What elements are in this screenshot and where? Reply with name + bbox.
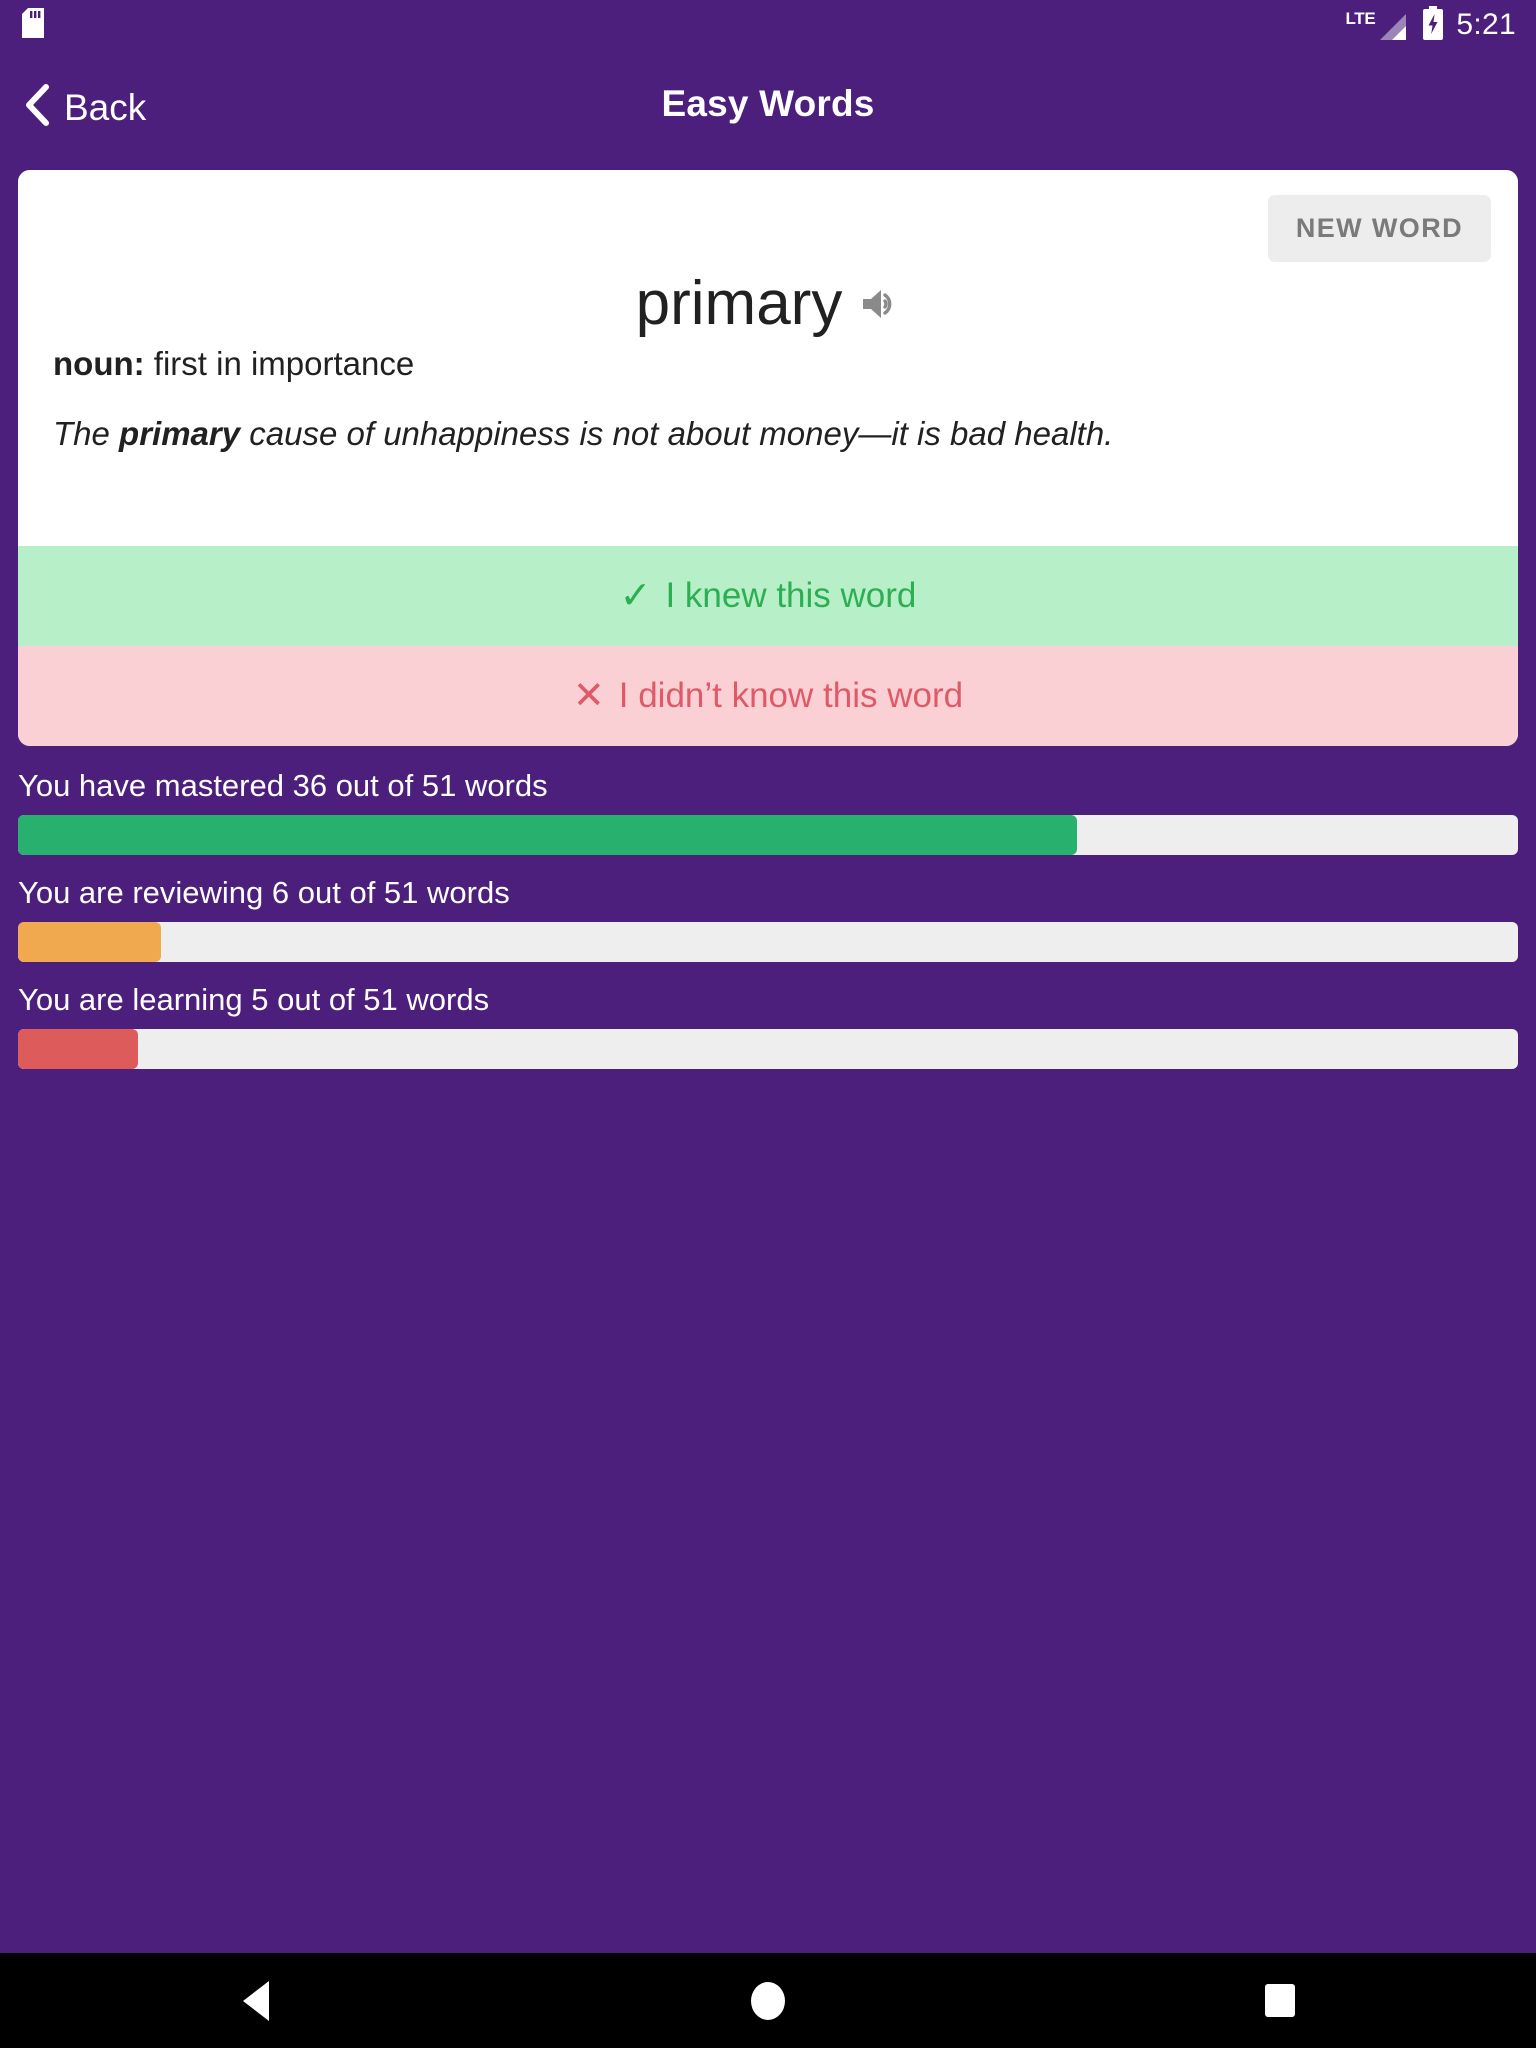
speaker-volume-icon[interactable] (860, 286, 900, 322)
status-bar-indicators: LTE 5:21 (1345, 5, 1516, 45)
android-navigation-bar (0, 1953, 1536, 2048)
example-highlight: primary (119, 415, 241, 452)
word-definition: noun: first in importance (53, 342, 414, 387)
definition-text: first in importance (144, 345, 415, 382)
didnt-know-word-button[interactable]: ✕ I didn’t know this word (18, 646, 1518, 746)
reviewing-label: You are reviewing 6 out of 51 words (18, 875, 510, 910)
progress-section: You have mastered 36 out of 51 words You… (18, 770, 1518, 1091)
mastered-label: You have mastered 36 out of 51 words (18, 768, 548, 803)
status-bar-clock: 5:21 (1456, 8, 1516, 41)
cross-icon: ✕ (572, 675, 605, 717)
reviewing-progress-track (18, 922, 1518, 962)
status-bar: LTE 5:21 (0, 0, 1536, 50)
triangle-back-icon (243, 1980, 269, 2021)
word-row: primary (18, 273, 1518, 335)
flashcard-content: NEW WORD primary noun: first in importan… (18, 170, 1518, 546)
page-title: Easy Words (661, 83, 875, 124)
nav-recents-button[interactable] (1190, 1953, 1370, 2048)
mastered-progress-fill (18, 815, 1077, 855)
knew-word-label: I knew this word (665, 576, 917, 615)
example-after: cause of unhappiness is not about money—… (240, 415, 1114, 452)
sd-card-icon (22, 7, 44, 43)
part-of-speech: noun: (53, 345, 145, 382)
check-icon: ✓ (619, 575, 652, 617)
square-recents-icon (1265, 1984, 1295, 2017)
knew-word-button[interactable]: ✓ I knew this word (18, 546, 1518, 646)
status-bar-notifications (22, 7, 44, 43)
learning-progress-fill (18, 1029, 138, 1069)
lte-signal-icon: LTE (1345, 8, 1410, 42)
network-type-label: LTE (1345, 9, 1376, 28)
app-root: LTE 5:21 Back Easy Words NEW WORD primar… (0, 0, 1536, 2048)
nav-home-button[interactable] (678, 1953, 858, 2048)
progress-group-learning: You are learning 5 out of 51 words (18, 984, 1518, 1069)
battery-charging-icon (1422, 5, 1444, 45)
learning-progress-track (18, 1029, 1518, 1069)
app-bar: Back Easy Words (0, 50, 1536, 170)
reviewing-progress-fill (18, 922, 161, 962)
vocabulary-word: primary (635, 269, 843, 338)
mastered-progress-track (18, 815, 1518, 855)
flashcard: NEW WORD primary noun: first in importan… (18, 170, 1518, 746)
nav-back-button[interactable] (166, 1953, 346, 2048)
example-before: The (53, 415, 120, 452)
progress-group-reviewing: You are reviewing 6 out of 51 words (18, 877, 1518, 962)
learning-label: You are learning 5 out of 51 words (18, 982, 490, 1017)
new-word-button[interactable]: NEW WORD (1267, 195, 1491, 262)
didnt-know-word-label: I didn’t know this word (618, 676, 964, 715)
circle-home-icon (751, 1981, 785, 2020)
progress-group-mastered: You have mastered 36 out of 51 words (18, 770, 1518, 855)
example-sentence: The primary cause of unhappiness is not … (53, 412, 1488, 457)
